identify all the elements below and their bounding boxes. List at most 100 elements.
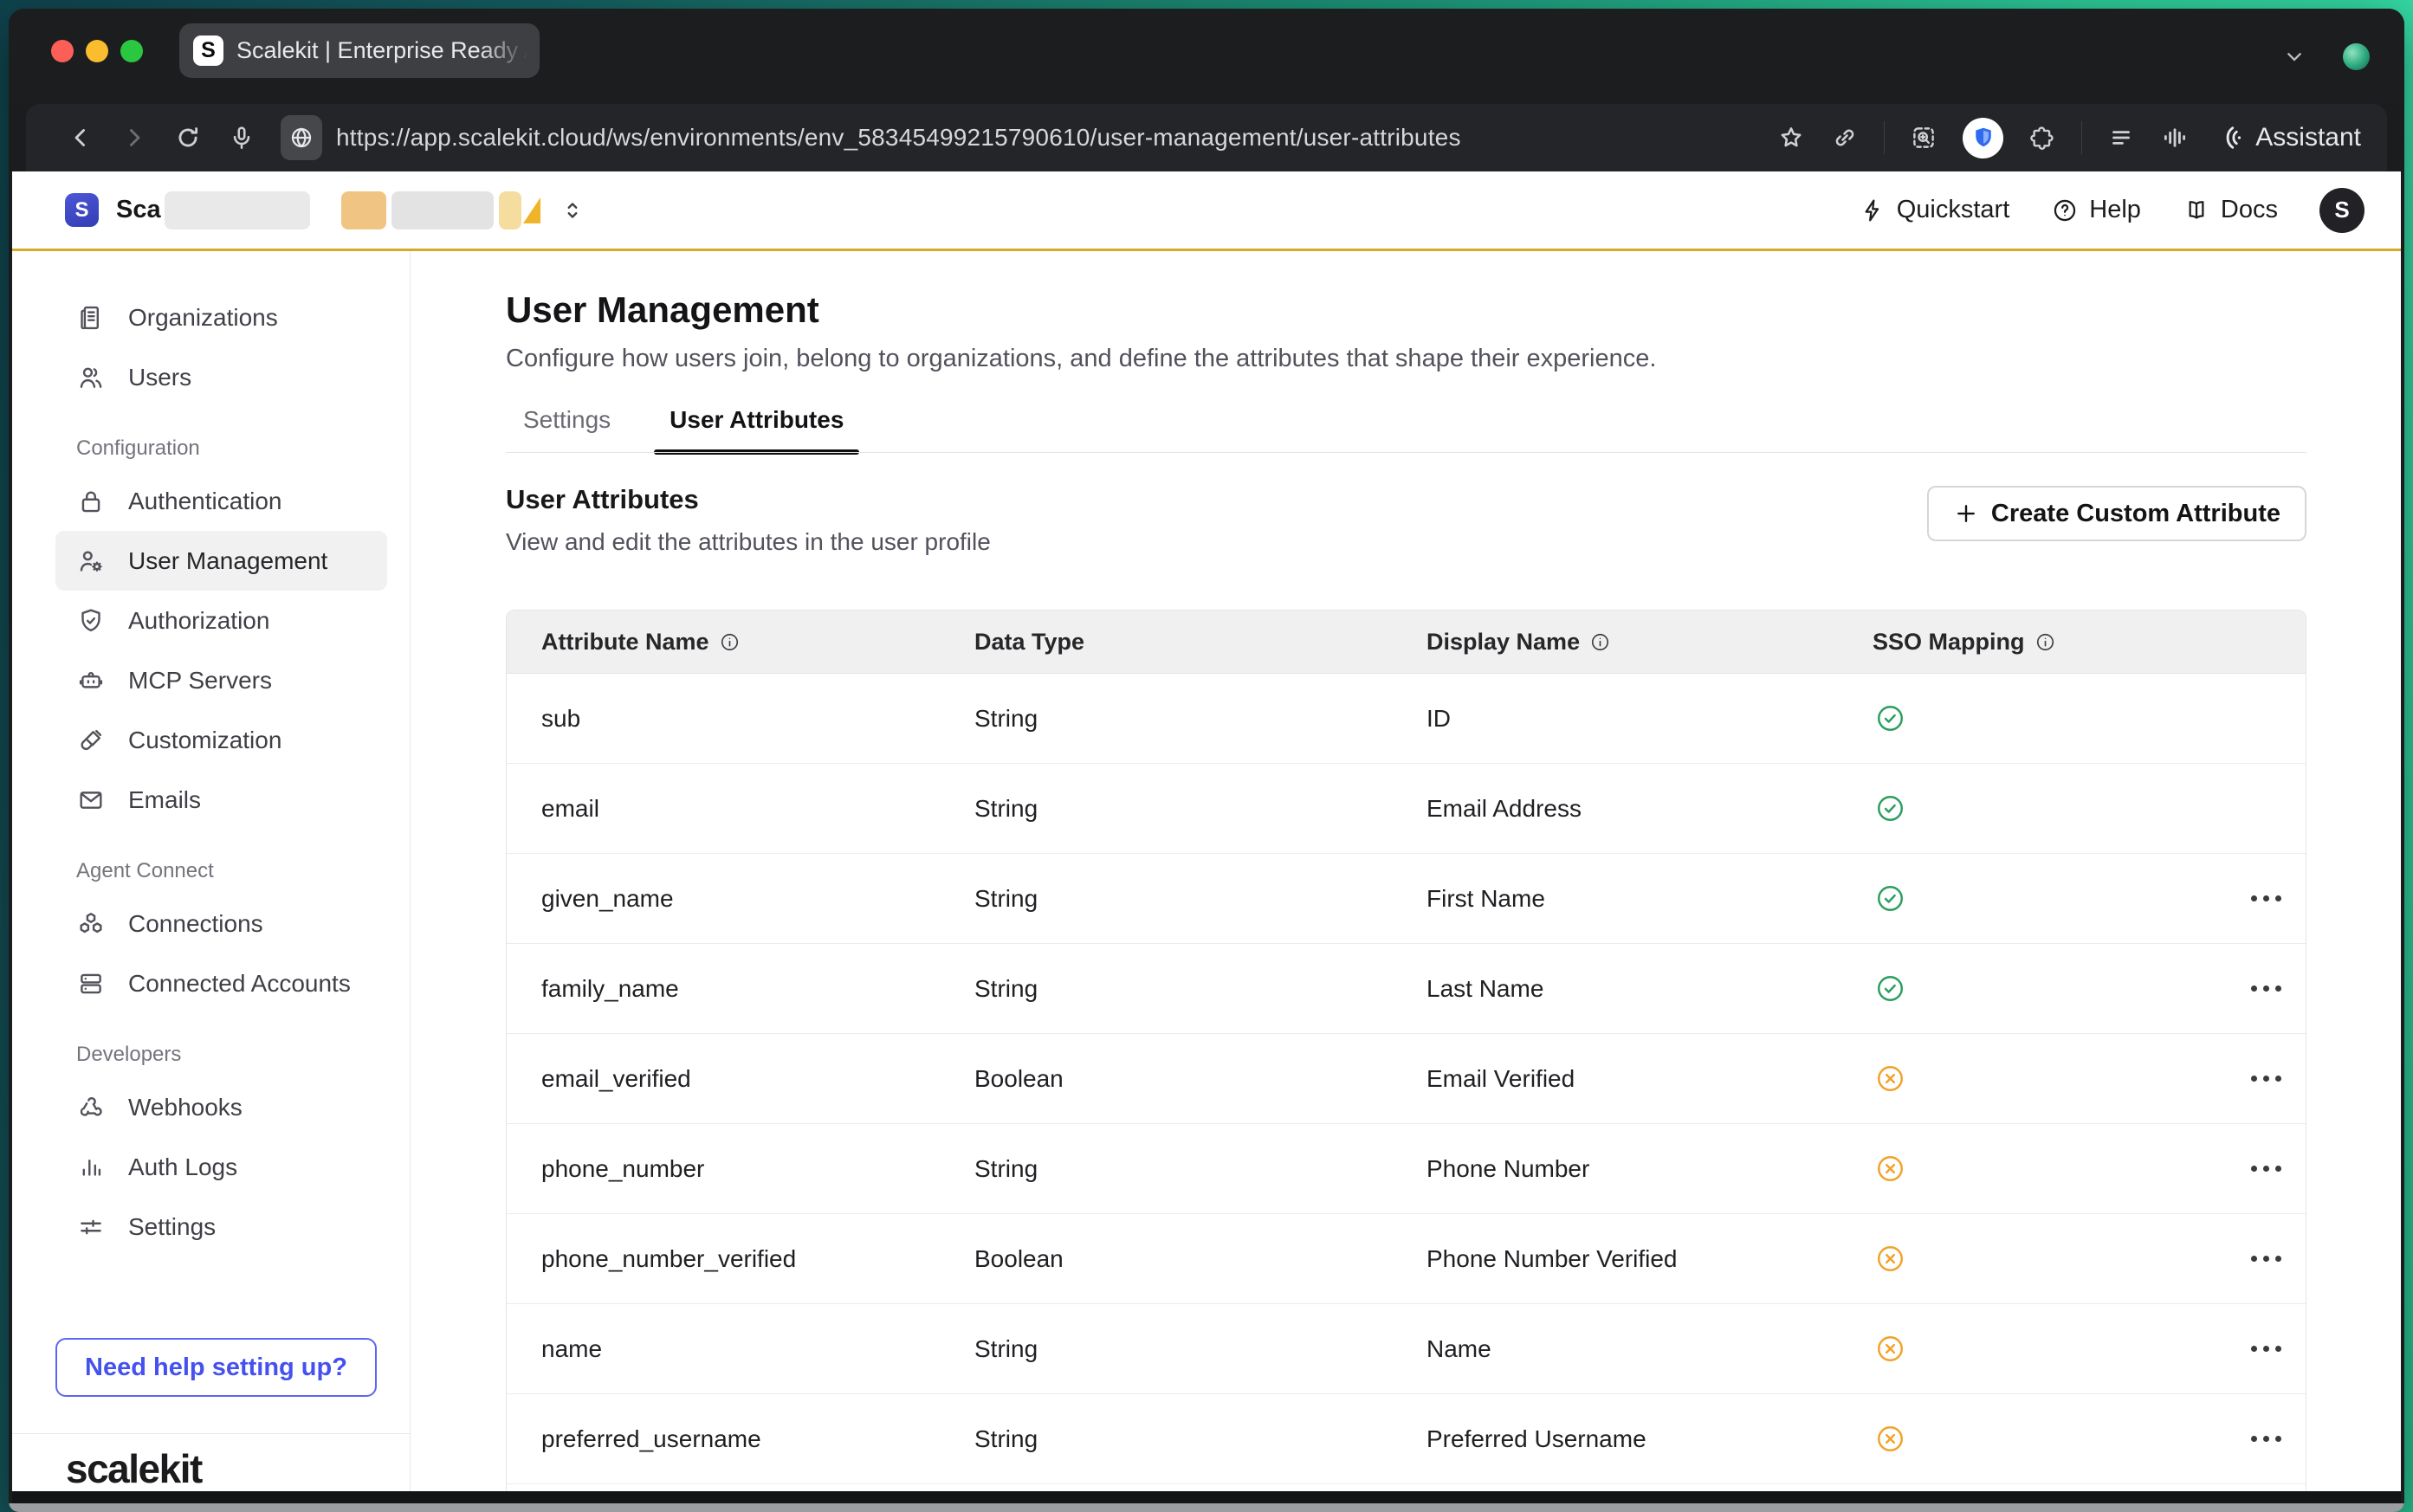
sidebar-item-customization[interactable]: Customization	[55, 710, 387, 770]
sidebar-section-label: Agent Connect	[76, 852, 410, 890]
attribute-name-cell: family_name	[507, 975, 974, 1003]
search-in-page-icon[interactable]	[1909, 123, 1938, 152]
browser-tab[interactable]: S Scalekit | Enterprise Ready A	[179, 23, 540, 78]
create-custom-attribute-button[interactable]: Create Custom Attribute	[1927, 486, 2306, 541]
sidebar-item-mcp-servers[interactable]: MCP Servers	[55, 650, 387, 710]
row-menu-button[interactable]	[2251, 1076, 2306, 1082]
sidebar-nav: OrganizationsUsersConfigurationAuthentic…	[12, 288, 410, 1257]
organizations-icon	[76, 303, 106, 333]
forward-icon[interactable]	[120, 123, 149, 152]
browser-window: S Scalekit | Enterprise Ready A	[9, 9, 2404, 1512]
quickstart-button[interactable]: Quickstart	[1859, 196, 2010, 224]
sidebar-item-settings[interactable]: Settings	[55, 1197, 387, 1257]
data-type-cell: String	[974, 1155, 1426, 1183]
stack-icon	[76, 969, 106, 998]
table-row: phone_numberStringPhone Number	[507, 1124, 2306, 1214]
sidebar-item-label: Auth Logs	[128, 1153, 237, 1181]
sidebar-footer: scalekit	[12, 1433, 410, 1491]
toolbar-divider	[2081, 121, 2082, 154]
table-row: family_nameStringLast Name	[507, 944, 2306, 1034]
info-icon[interactable]	[719, 631, 741, 653]
copy-link-icon[interactable]	[1830, 123, 1860, 152]
page-title: User Management	[506, 289, 2306, 331]
sidebar-item-connections[interactable]: Connections	[55, 894, 387, 953]
help-button[interactable]: Help	[2051, 196, 2141, 224]
password-manager-extension-icon[interactable]	[1963, 118, 2003, 158]
table-row: emailStringEmail Address	[507, 764, 2306, 854]
need-help-button[interactable]: Need help setting up?	[55, 1338, 377, 1397]
sidebar-item-organizations[interactable]: Organizations	[55, 288, 387, 347]
table-row-partial	[506, 1484, 2306, 1491]
row-actions-cell	[2251, 1076, 2306, 1082]
sidebar-item-auth-logs[interactable]: Auth Logs	[55, 1137, 387, 1197]
sidebar-item-connected-accounts[interactable]: Connected Accounts	[55, 953, 387, 1013]
assistant-button[interactable]: Assistant	[2214, 122, 2361, 153]
tabs-container: Settings User Attributes	[506, 403, 2306, 453]
sso-mapping-cell	[1873, 1153, 2251, 1185]
sso-unmapped-x-icon	[1874, 1423, 2251, 1455]
book-icon	[2183, 197, 2210, 224]
reader-list-icon[interactable]	[2106, 123, 2136, 152]
tab-user-attributes[interactable]: User Attributes	[654, 403, 859, 453]
window-bottom-strip	[9, 1503, 2404, 1512]
workspace-name[interactable]: Sca	[116, 196, 161, 224]
user-avatar[interactable]: S	[2319, 188, 2364, 233]
data-type-cell: String	[974, 975, 1426, 1003]
extensions-puzzle-icon[interactable]	[2028, 123, 2057, 152]
sso-mapping-cell	[1873, 792, 2251, 824]
app-header: S Sca Quickstart	[12, 171, 2401, 251]
cubes-icon	[76, 909, 106, 939]
row-menu-button[interactable]	[2251, 895, 2306, 901]
browser-profile-badge[interactable]	[2343, 43, 2370, 70]
display-name-cell: Phone Number Verified	[1426, 1245, 1873, 1273]
row-menu-button[interactable]	[2251, 1346, 2306, 1352]
address-bar[interactable]: https://app.scalekit.cloud/ws/environmen…	[336, 124, 1461, 152]
site-info-button[interactable]	[281, 115, 322, 160]
microphone-icon[interactable]	[227, 123, 256, 152]
desktop-background: S Scalekit | Enterprise Ready A	[0, 0, 2413, 1512]
display-name-cell: ID	[1426, 705, 1873, 733]
info-icon[interactable]	[2035, 631, 2056, 653]
back-icon[interactable]	[66, 123, 95, 152]
page-tabs: Settings User Attributes	[506, 403, 2306, 453]
sliders-icon	[76, 1212, 106, 1242]
tab-settings[interactable]: Settings	[523, 403, 611, 453]
sso-mapped-check-icon	[1874, 972, 2251, 1005]
minimize-window-button[interactable]	[86, 40, 108, 62]
chevron-down-icon[interactable]	[2280, 42, 2308, 70]
sidebar-item-authentication[interactable]: Authentication	[55, 471, 387, 531]
sidebar-item-webhooks[interactable]: Webhooks	[55, 1077, 387, 1137]
scalekit-wordmark: scalekit	[66, 1445, 202, 1491]
reload-icon[interactable]	[173, 123, 203, 152]
attribute-name-cell: phone_number_verified	[507, 1245, 974, 1273]
globe-icon	[288, 124, 315, 152]
display-name-cell: Name	[1426, 1335, 1873, 1363]
data-type-cell: String	[974, 705, 1426, 733]
table-row: subStringID	[507, 674, 2306, 764]
zoom-window-button[interactable]	[120, 40, 143, 62]
bookmark-star-icon[interactable]	[1776, 123, 1806, 152]
close-window-button[interactable]	[51, 40, 74, 62]
workspace-selector-icon[interactable]	[560, 197, 585, 223]
sidebar-item-users[interactable]: Users	[55, 347, 387, 407]
row-menu-button[interactable]	[2251, 1256, 2306, 1262]
sidebar-item-emails[interactable]: Emails	[55, 770, 387, 830]
row-actions-cell	[2251, 1436, 2306, 1442]
sso-unmapped-x-icon	[1874, 1243, 2251, 1275]
row-menu-button[interactable]	[2251, 985, 2306, 992]
table-row: email_verifiedBooleanEmail Verified	[507, 1034, 2306, 1124]
page-subtitle: Configure how users join, belong to orga…	[506, 345, 2306, 373]
row-menu-button[interactable]	[2251, 1436, 2306, 1442]
section-description: View and edit the attributes in the user…	[506, 528, 991, 556]
audio-equalizer-icon[interactable]	[2160, 123, 2190, 152]
docs-button[interactable]: Docs	[2183, 196, 2278, 224]
window-bottom-edge	[12, 1491, 2401, 1503]
sidebar-item-user-management[interactable]: User Management	[55, 531, 387, 591]
row-menu-button[interactable]	[2251, 1166, 2306, 1172]
sso-mapping-cell	[1873, 1423, 2251, 1455]
attribute-name-cell: preferred_username	[507, 1425, 974, 1453]
column-header-sso-mapping: SSO Mapping	[1873, 629, 2251, 656]
info-icon[interactable]	[1589, 631, 1611, 653]
sidebar-item-authorization[interactable]: Authorization	[55, 591, 387, 650]
sso-mapping-cell	[1873, 972, 2251, 1005]
